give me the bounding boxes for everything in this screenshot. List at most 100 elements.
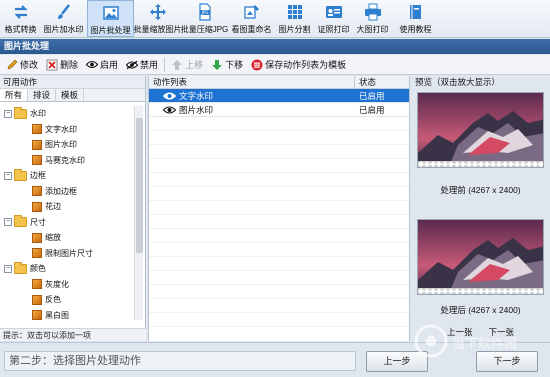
toolbar-batch-resize[interactable]: 批量缩放图片 (134, 0, 182, 37)
tree-item-scale[interactable]: 缩放 (4, 230, 134, 246)
collapse-toggle-icon[interactable]: − (4, 264, 12, 273)
scrollbar-thumb[interactable] (136, 118, 143, 253)
toolbar-compress-jpg[interactable]: JPG 批量压缩JPG (181, 0, 228, 37)
tree-folder-border[interactable]: − 边框 (4, 168, 134, 184)
tab-sort[interactable]: 排设 (28, 89, 57, 101)
preview-nav: 上一张 下一张 (411, 326, 550, 339)
id-card-icon (324, 2, 344, 22)
preview-panel: 预览（双击放大显示） 处理前 (4267 x 2400) 处理后 (4267 x… (411, 76, 550, 341)
toolbar-divider (164, 57, 166, 72)
tree-item-lace[interactable]: 花边 (4, 199, 134, 215)
collapse-toggle-icon[interactable]: − (4, 109, 12, 118)
step-indicator: 第二步：选择图片处理动作 (4, 351, 356, 371)
column-header-status[interactable]: 状态 (355, 76, 409, 88)
toolbar-label: 图片分割 (278, 25, 311, 34)
collapse-toggle-icon[interactable]: − (4, 218, 12, 227)
action-icon (32, 310, 42, 320)
jpg-file-icon: JPG (195, 2, 215, 22)
save-list-icon (251, 59, 263, 71)
empty-row (149, 187, 409, 201)
toolbar-split[interactable]: 图片分割 (275, 0, 314, 37)
brush-icon (54, 2, 74, 22)
toolbar-format-convert[interactable]: 格式转换 (1, 0, 40, 37)
toolbar-batch-process[interactable]: 图片批处理 (87, 0, 134, 37)
toolbar-rename[interactable]: 看图重命名 (228, 0, 275, 37)
preview-after-image[interactable] (417, 219, 544, 295)
action-row-image-watermark[interactable]: 图片水印 已启用 (149, 103, 409, 117)
tree-label: 水印 (30, 109, 46, 119)
tree-item-image-watermark[interactable]: 图片水印 (4, 137, 134, 153)
next-image-link[interactable]: 下一张 (489, 326, 515, 339)
tree-item-grayscale[interactable]: 灰度化 (4, 277, 134, 293)
action-icon (32, 279, 42, 290)
toolbar-id-print[interactable]: 证照打印 (314, 0, 353, 37)
action-icon (32, 294, 42, 305)
tree-folder-watermark[interactable]: − 水印 (4, 106, 134, 122)
tree-label: 边框 (30, 171, 46, 181)
action-icon (32, 155, 42, 166)
move-down-button[interactable]: 下移 (207, 56, 247, 74)
next-step-button[interactable]: 下一步 (476, 351, 538, 372)
tab-all[interactable]: 所有 (0, 89, 29, 101)
preview-before-image[interactable] (417, 92, 544, 168)
tree-item-add-border[interactable]: 添加边框 (4, 184, 134, 200)
action-icon (32, 124, 42, 135)
move-up-button[interactable]: 上移 (167, 56, 207, 74)
prev-image-link[interactable]: 上一张 (447, 326, 473, 339)
action-row-text-watermark[interactable]: 文字水印 已启用 (149, 89, 409, 103)
arrow-down-icon (211, 59, 223, 71)
disable-button[interactable]: 禁用 (122, 56, 162, 74)
enable-button[interactable]: 启用 (82, 56, 122, 74)
action-tree: − 水印 文字水印 图片水印 马赛克水印 − 边框 添加边框 花边 − 尺寸 缩放 限… (4, 106, 134, 320)
tree-folder-size[interactable]: − 尺寸 (4, 215, 134, 231)
image-icon (101, 3, 121, 23)
action-list-header: 动作列表 状态 (149, 76, 409, 89)
toolbar-add-watermark[interactable]: 图片加水印 (40, 0, 87, 37)
toolbar-label: 图片批处理 (90, 26, 131, 35)
eye-icon (86, 59, 99, 71)
printer-icon (363, 2, 383, 22)
available-actions-header: 可用动作 (0, 76, 145, 89)
collapse-toggle-icon[interactable]: − (4, 171, 12, 180)
tree-item-invert[interactable]: 反色 (4, 292, 134, 308)
toolbar-label: 格式转换 (4, 25, 37, 34)
empty-row (149, 159, 409, 173)
disable-label: 禁用 (140, 60, 159, 70)
column-header-action[interactable]: 动作列表 (149, 76, 355, 88)
toolbar-label: 使用教程 (399, 25, 432, 34)
save-template-button[interactable]: 保存动作列表为模板 (247, 56, 350, 74)
edit-button[interactable]: 修改 (2, 56, 42, 74)
tree-label: 文字水印 (45, 124, 77, 134)
eye-icon[interactable] (163, 92, 176, 100)
toolbar-label: 批量压缩JPG (180, 25, 229, 34)
transparency-strip (418, 288, 543, 294)
action-icon (32, 248, 42, 259)
action-icon (32, 232, 42, 243)
toolbar-label: 大图打印 (356, 25, 389, 34)
eye-icon[interactable] (163, 105, 176, 114)
tree-folder-color[interactable]: − 颜色 (4, 261, 134, 277)
empty-row (149, 201, 409, 215)
empty-row (149, 271, 409, 285)
action-toolbar: 修改 删除 启用 禁用 上移 下移 保存动作列表为模板 (0, 55, 550, 75)
tree-label: 尺寸 (30, 217, 46, 227)
tab-templates[interactable]: 模板 (56, 89, 85, 101)
tree-item-mosaic-watermark[interactable]: 马赛克水印 (4, 153, 134, 169)
toolbar-large-print[interactable]: 大图打印 (353, 0, 392, 37)
book-icon (406, 2, 426, 22)
delete-icon (46, 59, 58, 71)
preview-after-label: 处理后 (4267 x 2400) (440, 305, 521, 315)
toolbar-tutorial[interactable]: 使用教程 (392, 0, 439, 37)
move-up-label: 上移 (185, 60, 204, 70)
delete-button[interactable]: 删除 (42, 56, 82, 74)
tree-label: 灰度化 (45, 279, 69, 289)
tree-item-text-watermark[interactable]: 文字水印 (4, 122, 134, 138)
previous-step-button[interactable]: 上一步 (366, 351, 428, 372)
toolbar-label: 证照打印 (317, 25, 350, 34)
tree-label: 缩放 (45, 233, 61, 243)
action-name-cell: 图片水印 (149, 103, 355, 116)
tree-scrollbar[interactable] (134, 106, 143, 320)
action-icon (32, 201, 42, 212)
tree-item-limit-size[interactable]: 限制图片尺寸 (4, 246, 134, 262)
tree-item-black-white[interactable]: 黑白图 (4, 308, 134, 320)
